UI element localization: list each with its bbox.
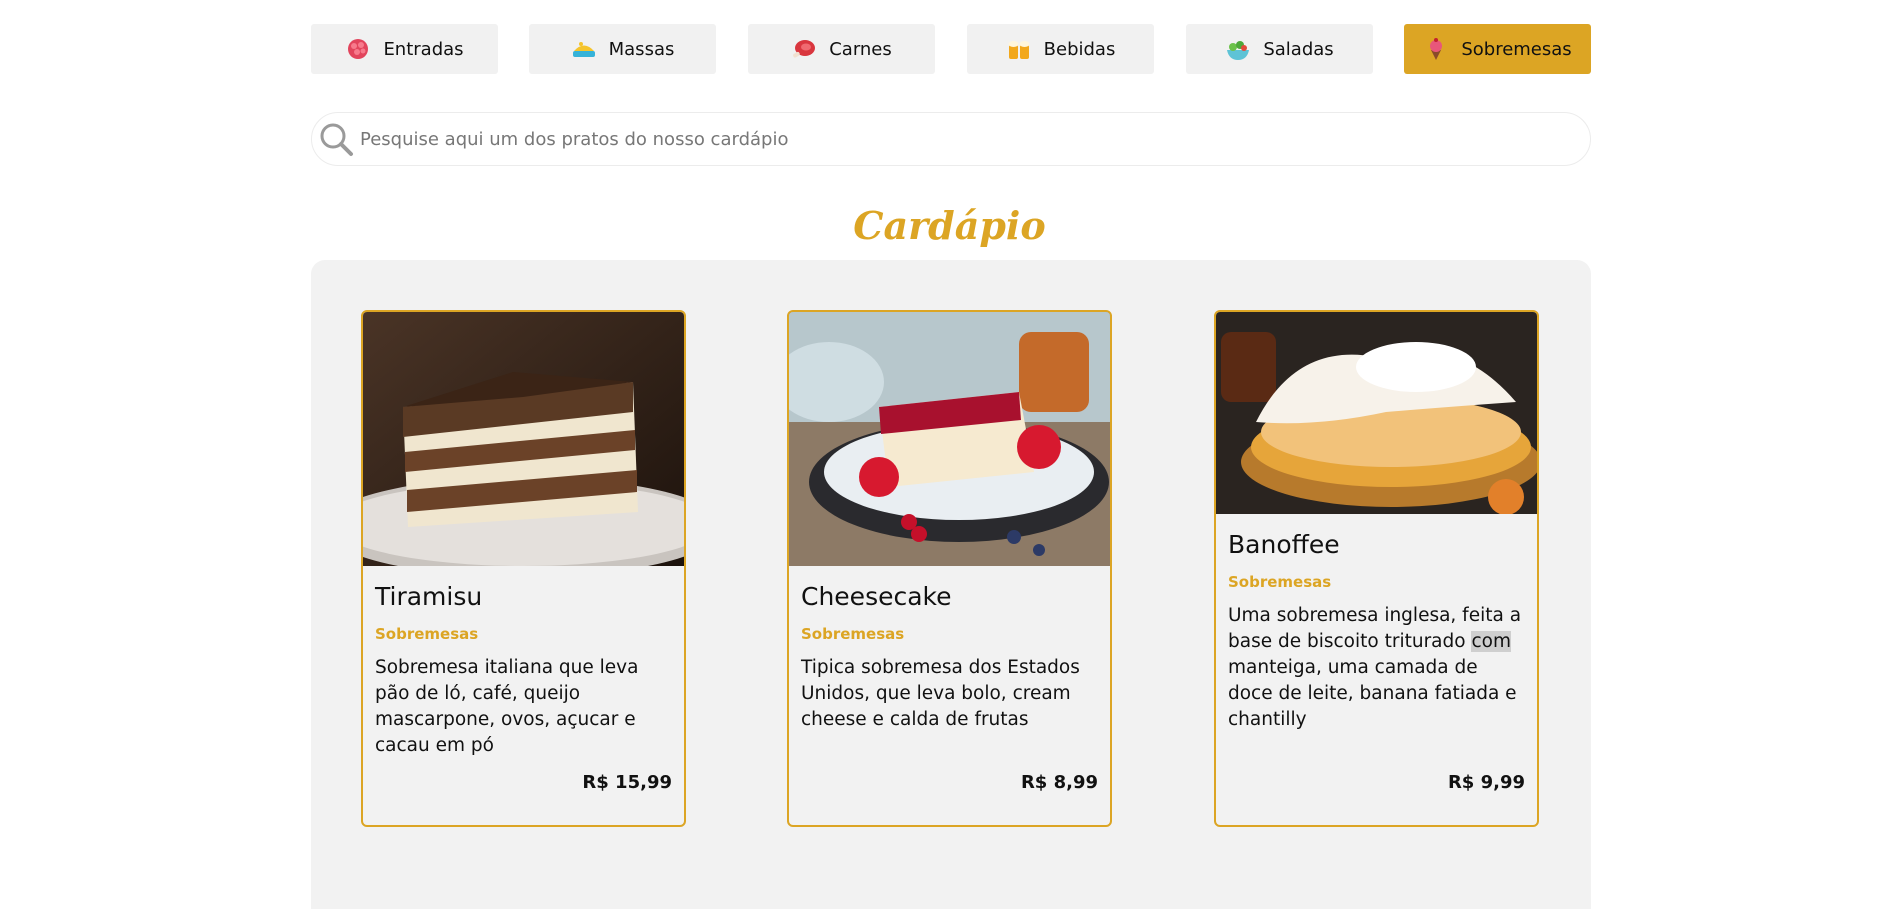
- category-bar: Entradas Massas Carnes Bebidas Saladas S…: [311, 24, 1591, 74]
- meat-icon: [791, 36, 817, 62]
- salad-icon: [1225, 36, 1251, 62]
- menu-card-tiramisu[interactable]: Tiramisu Sobremesas Sobremesa italiana q…: [361, 310, 686, 827]
- drinks-icon: [1006, 36, 1032, 62]
- card-category: Sobremesas: [801, 625, 905, 643]
- card-description: Uma sobremesa inglesa, feita a base de b…: [1228, 603, 1525, 733]
- search-bar: [311, 112, 1591, 166]
- category-label: Sobremesas: [1461, 38, 1572, 60]
- category-label: Entradas: [383, 38, 464, 60]
- pasta-icon: [571, 36, 597, 62]
- category-label: Carnes: [829, 38, 892, 60]
- category-label: Bebidas: [1043, 38, 1116, 60]
- card-price: R$ 9,99: [1447, 772, 1525, 793]
- category-label: Massas: [608, 38, 675, 60]
- tiramisu-image: [363, 312, 684, 566]
- text-selection-highlight: com: [1471, 631, 1511, 652]
- card-title: Tiramisu: [375, 582, 483, 611]
- card-price: R$ 8,99: [1020, 772, 1098, 793]
- card-category: Sobremesas: [375, 625, 479, 643]
- menu-card-cheesecake[interactable]: Cheesecake Sobremesas Tipica sobremesa d…: [787, 310, 1112, 827]
- banoffee-image: [1216, 312, 1537, 514]
- category-button-bebidas[interactable]: Bebidas: [967, 24, 1154, 74]
- dessert-icon: [1423, 36, 1449, 62]
- category-button-massas[interactable]: Massas: [529, 24, 716, 74]
- search-input[interactable]: [360, 128, 1590, 150]
- appetizer-icon: [345, 36, 371, 62]
- page-title: Cardápio: [853, 203, 1046, 248]
- category-button-saladas[interactable]: Saladas: [1186, 24, 1373, 74]
- category-label: Saladas: [1263, 38, 1334, 60]
- menu-card-banoffee[interactable]: Banoffee Sobremesas Uma sobremesa ingles…: [1214, 310, 1539, 827]
- card-description-part: manteiga, uma camada de doce de leite, b…: [1228, 657, 1517, 730]
- category-button-sobremesas[interactable]: Sobremesas: [1404, 24, 1591, 74]
- category-button-entradas[interactable]: Entradas: [311, 24, 498, 74]
- card-description: Tipica sobremesa dos Estados Unidos, que…: [801, 657, 1080, 730]
- card-description: Sobremesa italiana que leva pão de ló, c…: [375, 657, 639, 756]
- cheesecake-image: [789, 312, 1110, 566]
- card-title: Cheesecake: [801, 582, 952, 611]
- search-icon[interactable]: [318, 121, 354, 157]
- category-button-carnes[interactable]: Carnes: [748, 24, 935, 74]
- card-category: Sobremesas: [1228, 573, 1332, 591]
- card-price: R$ 15,99: [582, 772, 672, 793]
- card-title: Banoffee: [1228, 530, 1340, 559]
